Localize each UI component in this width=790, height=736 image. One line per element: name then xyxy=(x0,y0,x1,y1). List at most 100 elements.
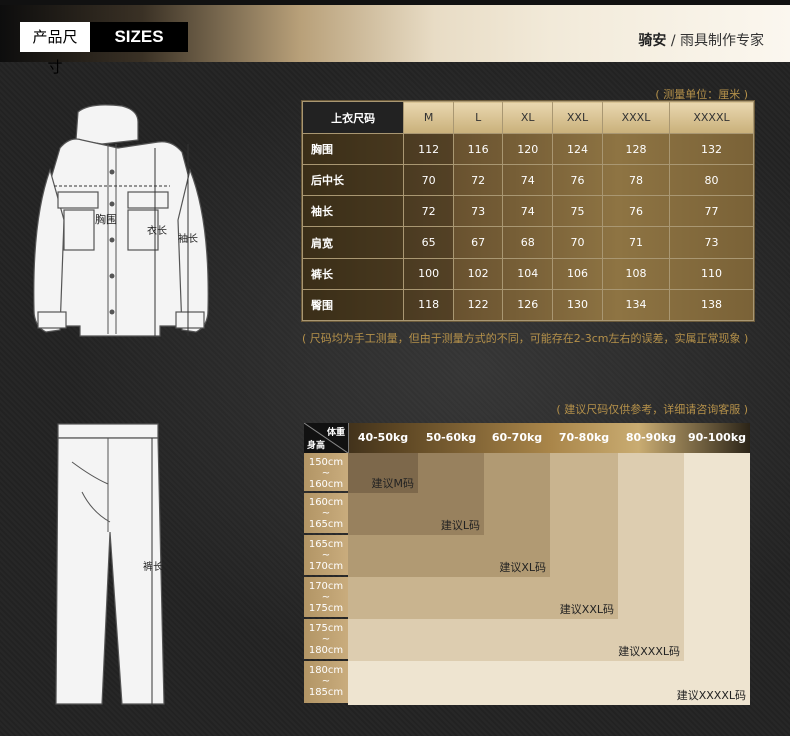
row-label: 袖长 xyxy=(301,195,405,228)
height-range-bottom: 180cm xyxy=(308,645,344,656)
measurement-footnote: ( 尺码均为手工测量，但由于测量方式的不同，可能存在2-3cm左右的误差，实属正… xyxy=(302,332,749,345)
table-row: 袖长 72 73 74 75 76 77 xyxy=(301,195,755,228)
table-row: 后中长 70 72 74 76 78 80 xyxy=(301,164,755,197)
size-header: XXXXL xyxy=(668,101,755,134)
height-range-top: 160cm xyxy=(308,497,344,508)
size-header: L xyxy=(452,101,504,134)
recommend-note: ( 建议尺码仅供参考，详细请咨询客服 ) xyxy=(556,403,748,416)
table-cell: 76 xyxy=(601,195,670,228)
height-row-label: 160cm ~165cm xyxy=(304,493,348,533)
table-cell: 72 xyxy=(452,164,504,197)
label-pants-length: 裤长 xyxy=(143,562,163,573)
size-header: XXL xyxy=(551,101,603,134)
page-header: 产品尺寸 SIZES 骑安 / 雨具制作专家 xyxy=(0,0,790,76)
jacket-illustration xyxy=(33,104,209,337)
table-cell: 128 xyxy=(601,132,670,166)
table-cell: 100 xyxy=(403,257,454,290)
table-cell: 110 xyxy=(668,257,755,290)
table-cell: 72 xyxy=(403,195,454,228)
table-cell: 77 xyxy=(668,195,755,228)
size-header: M xyxy=(403,101,454,134)
size-table-corner: 上衣尺码 xyxy=(301,101,405,134)
size-table: 上衣尺码 M L XL XXL XXXL XXXXL 胸围 112 116 12… xyxy=(301,101,755,322)
height-row-label: 175cm ~180cm xyxy=(304,619,348,659)
weight-header-cell: 60-70kg xyxy=(491,431,543,444)
table-cell: 132 xyxy=(668,132,755,166)
table-cell: 116 xyxy=(452,132,504,166)
table-cell: 73 xyxy=(668,226,755,259)
weight-header-cell: 40-50kg xyxy=(357,431,409,444)
table-cell: 80 xyxy=(668,164,755,197)
height-row-label: 170cm ~175cm xyxy=(304,577,348,617)
table-cell: 118 xyxy=(403,288,454,322)
table-cell: 70 xyxy=(403,164,454,197)
size-recommend-chart: 体重 身高 40-50kg 50-60kg 60-70kg 70-80kg 80-90k… xyxy=(304,423,750,705)
label-length: 衣长 xyxy=(147,226,167,237)
weight-header-cell: 80-90kg xyxy=(625,431,677,444)
table-cell: 112 xyxy=(403,132,454,166)
brand-name: 骑安 xyxy=(638,33,667,49)
height-range-top: 170cm xyxy=(308,581,344,592)
table-cell: 74 xyxy=(502,195,553,228)
table-cell: 122 xyxy=(452,288,504,322)
table-cell: 124 xyxy=(551,132,603,166)
table-cell: 126 xyxy=(502,288,553,322)
height-range-bottom: 175cm xyxy=(308,603,344,614)
table-cell: 70 xyxy=(551,226,603,259)
height-row-label: 165cm ~170cm xyxy=(304,535,348,575)
table-cell: 134 xyxy=(601,288,670,322)
table-cell: 74 xyxy=(502,164,553,197)
height-row-label: 180cm ~185cm xyxy=(304,661,348,703)
section-label-en: SIZES xyxy=(90,22,188,52)
row-label: 胸围 xyxy=(301,132,405,166)
size-suggestion-label: 建议XXL码 xyxy=(559,603,614,616)
table-cell: 68 xyxy=(502,226,553,259)
table-row: 臀围 118 122 126 130 134 138 xyxy=(301,288,755,322)
label-chest: 胸围 xyxy=(95,213,117,226)
corner-height-label: 身高 xyxy=(307,441,326,451)
table-row: 肩宽 65 67 68 70 71 73 xyxy=(301,226,755,259)
table-cell: 67 xyxy=(452,226,504,259)
table-cell: 75 xyxy=(551,195,603,228)
row-label: 后中长 xyxy=(301,164,405,197)
height-range-sep: ~ xyxy=(321,550,331,561)
height-range-top: 175cm xyxy=(308,623,344,634)
table-row: 胸围 112 116 120 124 128 132 xyxy=(301,132,755,166)
height-range-sep: ~ xyxy=(321,592,331,603)
height-range-sep: ~ xyxy=(321,676,331,687)
weight-header-cell: 70-80kg xyxy=(558,431,610,444)
size-suggestion-label: 建议L码 xyxy=(440,519,480,532)
corner-weight-label: 体重 xyxy=(326,428,345,438)
height-range-sep: ~ xyxy=(321,508,331,519)
height-range-bottom: 160cm xyxy=(308,479,344,490)
section-label-cn: 产品尺寸 xyxy=(20,22,90,76)
table-cell: 73 xyxy=(452,195,504,228)
section-tag: 产品尺寸 SIZES xyxy=(20,22,188,76)
table-cell: 76 xyxy=(551,164,603,197)
table-row: 裤长 100 102 104 106 108 110 xyxy=(301,257,755,290)
height-row-label: 150cm ~160cm xyxy=(304,453,348,491)
table-cell: 130 xyxy=(551,288,603,322)
table-cell: 102 xyxy=(452,257,504,290)
weight-header-cell: 50-60kg xyxy=(425,431,477,444)
brand-slogan: 骑安 / 雨具制作专家 xyxy=(638,30,764,50)
table-cell: 65 xyxy=(403,226,454,259)
row-label: 臀围 xyxy=(301,288,405,322)
table-cell: 104 xyxy=(502,257,553,290)
height-range-sep: ~ xyxy=(321,634,331,645)
table-cell: 106 xyxy=(551,257,603,290)
height-range-top: 150cm xyxy=(308,457,344,468)
size-suggestion-label: 建议XXXXL码 xyxy=(676,689,746,702)
size-suggestion-label: 建议XL码 xyxy=(499,561,546,574)
size-suggestion-label: 建议M码 xyxy=(371,477,415,490)
height-range-top: 165cm xyxy=(308,539,344,550)
height-range-top: 180cm xyxy=(308,665,344,676)
height-range-bottom: 170cm xyxy=(308,561,344,572)
row-label: 肩宽 xyxy=(301,226,405,259)
size-header: XL xyxy=(502,101,553,134)
table-cell: 108 xyxy=(601,257,670,290)
size-header: XXXL xyxy=(601,101,670,134)
row-label: 裤长 xyxy=(301,257,405,290)
weight-header-cell: 90-100kg xyxy=(687,431,747,444)
unit-note: ( 测量单位：厘米 ) xyxy=(655,88,748,101)
